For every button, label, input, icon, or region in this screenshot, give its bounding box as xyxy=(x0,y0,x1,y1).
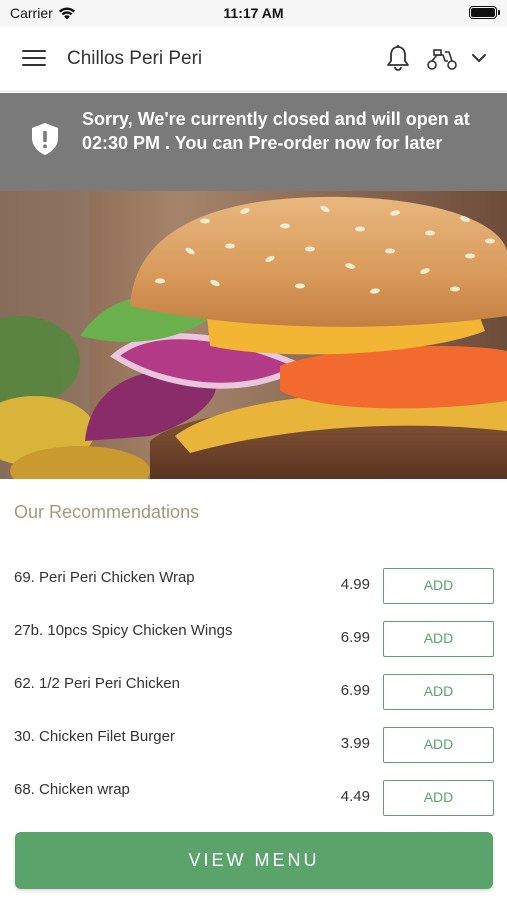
list-item: 68. Chicken wrap 4.49 ADD xyxy=(0,769,507,822)
bell-icon[interactable] xyxy=(385,44,411,72)
list-item: 27b. 10pcs Spicy Chicken Wings 6.99 ADD xyxy=(0,610,507,663)
item-price: 3.99 xyxy=(340,735,370,752)
add-button[interactable]: ADD xyxy=(383,674,494,710)
item-price: 4.99 xyxy=(340,576,370,593)
item-name: 68. Chicken wrap xyxy=(14,781,130,798)
app-header: Chillos Peri Peri xyxy=(0,26,507,92)
battery-icon xyxy=(469,6,500,19)
status-bar: Carrier 11:17 AM xyxy=(0,0,507,26)
add-button[interactable]: ADD xyxy=(383,568,494,604)
add-button[interactable]: ADD xyxy=(383,621,494,657)
recommendations-list: 69. Peri Peri Chicken Wrap 4.99 ADD 27b.… xyxy=(0,557,507,822)
list-item: 69. Peri Peri Chicken Wrap 4.99 ADD xyxy=(0,557,507,610)
shield-alert-icon xyxy=(32,123,58,155)
status-time: 11:17 AM xyxy=(223,5,284,21)
item-name: 30. Chicken Filet Burger xyxy=(14,728,175,745)
burger-illustration xyxy=(0,191,507,479)
scooter-icon[interactable] xyxy=(425,46,459,72)
item-name: 62. 1/2 Peri Peri Chicken xyxy=(14,675,180,692)
item-name: 27b. 10pcs Spicy Chicken Wings xyxy=(14,622,233,639)
list-item: 30. Chicken Filet Burger 3.99 ADD xyxy=(0,716,507,769)
add-button[interactable]: ADD xyxy=(383,780,494,816)
item-price: 4.49 xyxy=(340,788,370,805)
item-price: 6.99 xyxy=(340,629,370,646)
closed-banner: Sorry, We're currently closed and will o… xyxy=(0,93,507,191)
closed-message: Sorry, We're currently closed and will o… xyxy=(82,109,470,153)
restaurant-title: Chillos Peri Peri xyxy=(67,48,203,69)
item-price: 6.99 xyxy=(340,682,370,699)
list-item: 62. 1/2 Peri Peri Chicken 6.99 ADD xyxy=(0,663,507,716)
burger-photo xyxy=(0,191,507,479)
add-button[interactable]: ADD xyxy=(383,727,494,763)
chevron-down-icon[interactable] xyxy=(470,50,488,66)
view-menu-button[interactable]: VIEW MENU xyxy=(15,832,493,889)
item-name: 69. Peri Peri Chicken Wrap xyxy=(14,569,195,586)
recommendations-title: Our Recommendations xyxy=(14,502,200,522)
menu-icon[interactable] xyxy=(22,50,46,68)
